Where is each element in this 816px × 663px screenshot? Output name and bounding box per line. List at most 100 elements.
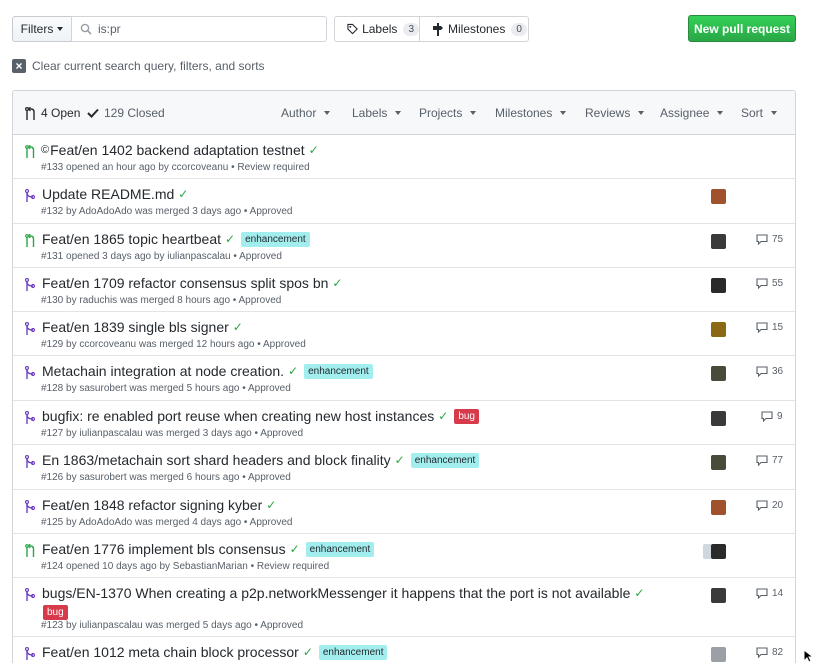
comments-link[interactable]: 55 bbox=[756, 278, 783, 289]
bug-label[interactable]: bug bbox=[43, 605, 68, 620]
pull-request-title-link[interactable]: Feat/en 1012 meta chain block processor bbox=[42, 644, 299, 660]
ci-check-icon[interactable]: ✓ bbox=[290, 542, 300, 556]
comments-link[interactable]: 20 bbox=[756, 500, 783, 511]
pull-request-row[interactable]: Metachain integration at node creation. ✓… bbox=[13, 356, 795, 401]
pull-request-row[interactable]: Feat/en 1839 single bls signer ✓ #129 by c… bbox=[13, 312, 795, 356]
assignee-filter-label: Assignee bbox=[660, 106, 710, 120]
pull-request-title-line: bugs/EN-1370 When creating a p2p.network… bbox=[41, 585, 644, 620]
search-field[interactable] bbox=[71, 16, 327, 42]
comments-link[interactable]: 36 bbox=[756, 366, 783, 377]
ci-check-icon[interactable]: ✓ bbox=[233, 320, 243, 334]
assignee-filter[interactable]: Assignee bbox=[660, 106, 724, 120]
enhancement-label[interactable]: enhancement bbox=[410, 452, 480, 468]
avatar[interactable] bbox=[711, 366, 726, 381]
pull-request-row[interactable]: © Feat/en 1402 backend adaptation testnet… bbox=[13, 135, 795, 179]
pull-request-merged-icon bbox=[24, 499, 37, 514]
enhancement-label[interactable]: enhancement bbox=[304, 363, 373, 379]
avatar[interactable] bbox=[711, 500, 726, 515]
pull-request-title-link[interactable]: Feat/en 1402 backend adaptation testnet bbox=[50, 142, 305, 158]
comments-link[interactable]: 77 bbox=[756, 455, 783, 466]
projects-filter[interactable]: Projects bbox=[419, 106, 477, 120]
pull-request-title-link[interactable]: Feat/en 1709 refactor consensus split sp… bbox=[42, 275, 328, 291]
pull-request-title-link[interactable]: Update README.md bbox=[42, 186, 174, 202]
comments-count: 36 bbox=[772, 366, 784, 377]
ci-check-icon[interactable]: ✓ bbox=[395, 453, 405, 467]
check-icon bbox=[87, 108, 99, 118]
comments-link[interactable]: 15 bbox=[756, 322, 783, 333]
author-filter-label: Author bbox=[281, 106, 317, 120]
ci-check-icon[interactable]: ✓ bbox=[309, 143, 319, 157]
pull-request-merged-icon bbox=[24, 277, 37, 292]
avatar[interactable] bbox=[711, 544, 726, 559]
pull-request-row[interactable]: En 1863/metachain sort shard headers and… bbox=[13, 445, 795, 490]
comments-count: 9 bbox=[777, 411, 783, 422]
ci-check-icon[interactable]: ✓ bbox=[178, 187, 188, 201]
pull-request-title-line: Feat/en 1839 single bls signer ✓ bbox=[41, 319, 243, 335]
avatar[interactable] bbox=[711, 647, 726, 662]
pull-request-title-line: bugfix: re enabled port reuse when creat… bbox=[41, 408, 479, 424]
pull-request-title-link[interactable]: Feat/en 1839 single bls signer bbox=[42, 319, 229, 335]
pull-request-title-line: Feat/en 1709 refactor consensus split sp… bbox=[41, 275, 342, 291]
pull-request-title-link[interactable]: Feat/en 1865 topic heartbeat bbox=[42, 231, 221, 247]
enhancement-label[interactable]: enhancement bbox=[318, 644, 388, 660]
pull-request-meta: #128 by sasurobert was merged 5 hours ag… bbox=[41, 383, 291, 394]
open-filter-link[interactable]: 4 Open bbox=[25, 106, 80, 120]
ci-check-icon[interactable]: ✓ bbox=[438, 409, 448, 423]
pull-request-title-link[interactable]: Feat/en 1776 implement bls consensus bbox=[42, 541, 286, 557]
pull-request-row[interactable]: Feat/en 1848 refactor signing kyber ✓ #125… bbox=[13, 490, 795, 534]
avatar[interactable] bbox=[711, 455, 726, 470]
clear-query-link[interactable]: × Clear current search query, filters, a… bbox=[12, 59, 265, 73]
avatar[interactable] bbox=[711, 278, 726, 293]
mouse-cursor-icon bbox=[803, 649, 815, 663]
enhancement-label[interactable]: enhancement bbox=[305, 541, 375, 557]
pull-request-title-link[interactable]: bugfix: re enabled port reuse when creat… bbox=[42, 408, 434, 424]
reviews-filter[interactable]: Reviews bbox=[585, 106, 645, 120]
new-pull-request-button[interactable]: New pull request bbox=[688, 15, 796, 42]
pull-request-row[interactable]: bugs/EN-1370 When creating a p2p.network… bbox=[13, 578, 795, 637]
milestones-button[interactable]: Milestones 0 bbox=[419, 16, 529, 42]
pull-request-title-link[interactable]: Feat/en 1848 refactor signing kyber bbox=[42, 497, 262, 513]
enhancement-label[interactable]: enhancement bbox=[241, 231, 310, 247]
pull-request-icon bbox=[25, 106, 35, 120]
filters-button[interactable]: Filters bbox=[12, 16, 72, 42]
ci-check-icon[interactable]: ✓ bbox=[288, 364, 298, 378]
pull-request-title-link[interactable]: Metachain integration at node creation. bbox=[42, 363, 284, 379]
avatar[interactable] bbox=[711, 411, 726, 426]
pull-request-row[interactable]: Update README.md ✓ #132 by AdoAdoAdo was m… bbox=[13, 179, 795, 224]
pull-request-merged-icon bbox=[24, 454, 37, 469]
closed-filter-link[interactable]: 129 Closed bbox=[87, 106, 165, 120]
ci-check-icon[interactable]: ✓ bbox=[303, 645, 313, 659]
labels-button[interactable]: Labels 3 bbox=[334, 16, 420, 42]
comments-link[interactable]: 75 bbox=[756, 234, 783, 245]
author-filter[interactable]: Author bbox=[281, 106, 331, 120]
pull-request-row[interactable]: bugfix: re enabled port reuse when creat… bbox=[13, 401, 795, 445]
pull-request-open-icon bbox=[25, 543, 37, 558]
ci-check-icon[interactable]: ✓ bbox=[225, 232, 235, 246]
pull-request-merged-icon bbox=[24, 188, 37, 203]
clear-query-label: Clear current search query, filters, and… bbox=[32, 59, 265, 73]
avatar[interactable] bbox=[711, 234, 726, 249]
comments-link[interactable]: 9 bbox=[761, 411, 783, 422]
labels-filter[interactable]: Labels bbox=[352, 106, 402, 120]
search-input[interactable] bbox=[98, 22, 298, 36]
milestones-filter[interactable]: Milestones bbox=[495, 106, 567, 120]
avatar[interactable] bbox=[711, 322, 726, 337]
avatar[interactable] bbox=[711, 588, 726, 603]
bug-label[interactable]: bug bbox=[454, 408, 479, 424]
sort-filter[interactable]: Sort bbox=[741, 106, 778, 120]
pull-request-row[interactable]: Feat/en 1012 meta chain block processor ✓… bbox=[13, 637, 795, 663]
ci-check-icon[interactable]: ✓ bbox=[332, 276, 342, 290]
comments-link[interactable]: 14 bbox=[756, 588, 783, 599]
list-header: 4 Open 129 Closed Author Labels Projects… bbox=[13, 91, 795, 135]
pull-request-title-link[interactable]: bugs/EN-1370 When creating a p2p.network… bbox=[42, 585, 630, 601]
pull-request-title-link[interactable]: En 1863/metachain sort shard headers and… bbox=[42, 452, 391, 468]
pull-request-row[interactable]: Feat/en 1865 topic heartbeat ✓ enhancement… bbox=[13, 224, 795, 268]
comments-count: 82 bbox=[772, 647, 784, 658]
pull-request-row[interactable]: Feat/en 1776 implement bls consensus ✓ enh… bbox=[13, 534, 795, 578]
ci-check-icon[interactable]: ✓ bbox=[266, 498, 276, 512]
ci-check-icon[interactable]: ✓ bbox=[634, 586, 644, 600]
chevron-down-icon bbox=[717, 111, 724, 115]
comments-link[interactable]: 82 bbox=[756, 647, 783, 658]
pull-request-row[interactable]: Feat/en 1709 refactor consensus split sp… bbox=[13, 268, 795, 312]
avatar[interactable] bbox=[711, 189, 726, 204]
